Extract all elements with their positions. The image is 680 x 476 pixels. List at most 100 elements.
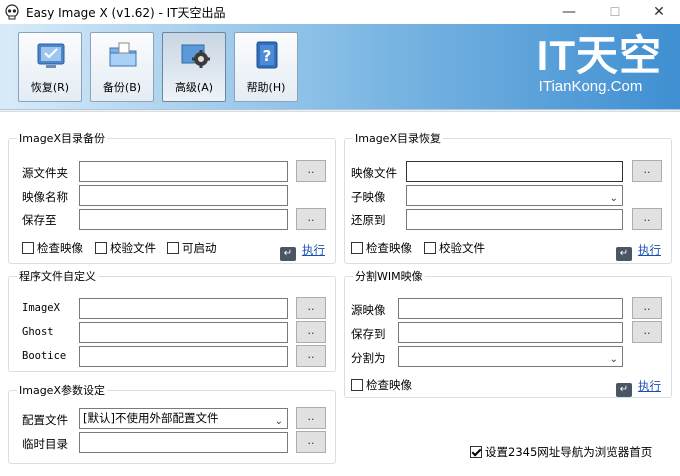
- restore-legend: ImageX目录恢复: [355, 132, 441, 145]
- config-file-browse-button[interactable]: ..: [296, 407, 326, 429]
- imagex-path-input[interactable]: [79, 298, 288, 319]
- imagex-browse-button[interactable]: ..: [296, 297, 326, 319]
- restore-verify-label: 检查映像: [366, 241, 412, 255]
- backup-legend: ImageX目录备份: [19, 132, 105, 145]
- title-bar: Easy Image X (v1.62) - IT天空出品 — ☐ ✕: [0, 0, 680, 24]
- temp-dir-input[interactable]: [79, 432, 288, 453]
- backup-execute-button[interactable]: ↵ 执行: [280, 242, 325, 261]
- checkbox-box[interactable]: [351, 242, 363, 254]
- backup-execute-link[interactable]: 执行: [302, 243, 325, 257]
- toolbar-backup-label: 备份(B): [102, 81, 142, 94]
- restore-execute-link[interactable]: 执行: [638, 243, 661, 257]
- config-file-value: [默认]不使用外部配置文件: [83, 411, 219, 425]
- imagex-path-label: ImageX: [22, 302, 60, 314]
- split-save-label: 保存到: [351, 327, 386, 341]
- backup-bootable-checkbox[interactable]: 可启动: [167, 240, 217, 256]
- backup-verify-checkbox[interactable]: 检查映像: [22, 240, 83, 256]
- ghost-path-label: Ghost: [22, 326, 54, 338]
- app-skull-icon: [4, 4, 20, 20]
- advanced-gear-icon: [179, 39, 211, 71]
- checkbox-box[interactable]: [167, 242, 179, 254]
- homepage-checkbox-label: 设置2345网址导航为浏览器首页: [485, 445, 653, 459]
- minimize-button[interactable]: —: [546, 0, 592, 24]
- itiankong-logo: IT天空 ITianKong.Com: [537, 34, 662, 96]
- toolbar-restore-button[interactable]: 恢复(R): [18, 32, 82, 102]
- split-verify-checkbox[interactable]: 检查映像: [351, 377, 412, 393]
- help-book-icon: ?: [251, 39, 283, 71]
- split-source-label: 源映像: [351, 303, 386, 317]
- restore-verify-checkbox[interactable]: 检查映像: [351, 240, 412, 256]
- restore-image-browse-button[interactable]: ..: [632, 160, 662, 182]
- split-source-input[interactable]: [398, 298, 623, 319]
- toolbar-help-button[interactable]: ? 帮助(H): [234, 32, 298, 102]
- homepage-checkbox[interactable]: 设置2345网址导航为浏览器首页: [470, 444, 652, 460]
- header-banner: 恢复(R) 备份(B) 高级(A) ? 帮助(H) IT天空 ITianKong…: [0, 24, 680, 110]
- backup-checksum-label: 校验文件: [110, 241, 156, 255]
- enter-arrow-icon: ↵: [280, 247, 296, 261]
- split-size-select[interactable]: ⌄: [398, 346, 623, 367]
- maximize-button[interactable]: ☐: [592, 0, 638, 24]
- ghost-browse-button[interactable]: ..: [296, 321, 326, 343]
- split-save-input[interactable]: [398, 322, 623, 343]
- split-execute-button[interactable]: ↵ 执行: [616, 378, 661, 397]
- bootice-path-input[interactable]: [79, 346, 288, 367]
- backup-source-browse-button[interactable]: ..: [296, 160, 326, 182]
- restore-to-label: 还原到: [351, 213, 386, 227]
- backup-save-label: 保存至: [22, 213, 57, 227]
- restore-subimage-select[interactable]: ⌄: [406, 185, 623, 206]
- backup-source-label: 源文件夹: [22, 166, 68, 180]
- split-execute-link[interactable]: 执行: [638, 379, 661, 393]
- toolbar-advanced-label: 高级(A): [174, 81, 214, 94]
- restore-icon: [35, 39, 67, 71]
- backup-save-browse-button[interactable]: ..: [296, 208, 326, 230]
- split-source-browse-button[interactable]: ..: [632, 297, 662, 319]
- chevron-down-icon: ⌄: [274, 416, 283, 427]
- bootice-browse-button[interactable]: ..: [296, 345, 326, 367]
- backup-folder-icon: [107, 39, 139, 71]
- split-save-browse-button[interactable]: ..: [632, 321, 662, 343]
- checkbox-box[interactable]: [424, 242, 436, 254]
- svg-text:?: ?: [263, 47, 272, 65]
- restore-image-label: 映像文件: [351, 166, 397, 180]
- restore-checksum-label: 校验文件: [439, 241, 485, 255]
- split-size-label: 分割为: [351, 351, 386, 365]
- split-legend: 分割WIM映像: [355, 270, 423, 283]
- toolbar-backup-button[interactable]: 备份(B): [90, 32, 154, 102]
- temp-dir-browse-button[interactable]: ..: [296, 431, 326, 453]
- ghost-path-input[interactable]: [79, 322, 288, 343]
- temp-dir-label: 临时目录: [22, 437, 68, 451]
- chevron-down-icon: ⌄: [609, 193, 618, 204]
- logo-title: IT天空: [536, 32, 662, 79]
- backup-source-input[interactable]: [79, 161, 288, 182]
- restore-image-input[interactable]: [406, 161, 623, 182]
- checkbox-box[interactable]: [351, 379, 363, 391]
- config-file-label: 配置文件: [22, 413, 68, 427]
- backup-bootable-label: 可启动: [182, 241, 217, 255]
- main-panel: ImageX目录备份 源文件夹 .. 映像名称 保存至 .. 检查映像 校验文件…: [0, 111, 680, 476]
- restore-to-browse-button[interactable]: ..: [632, 208, 662, 230]
- split-verify-label: 检查映像: [366, 378, 412, 392]
- restore-execute-button[interactable]: ↵ 执行: [616, 242, 661, 261]
- chevron-down-icon: ⌄: [609, 354, 618, 365]
- restore-to-input[interactable]: [406, 209, 623, 230]
- window-title: Easy Image X (v1.62) - IT天空出品: [26, 6, 226, 20]
- backup-checksum-checkbox[interactable]: 校验文件: [95, 240, 156, 256]
- checkbox-box[interactable]: [22, 242, 34, 254]
- backup-name-input[interactable]: [79, 185, 288, 206]
- params-legend: ImageX参数设定: [19, 384, 105, 397]
- restore-checksum-checkbox[interactable]: 校验文件: [424, 240, 485, 256]
- toolbar-restore-label: 恢复(R): [30, 81, 70, 94]
- backup-name-label: 映像名称: [22, 190, 68, 204]
- config-file-select[interactable]: [默认]不使用外部配置文件 ⌄: [79, 408, 288, 429]
- backup-verify-label: 检查映像: [37, 241, 83, 255]
- checkbox-box[interactable]: [95, 242, 107, 254]
- checkbox-box[interactable]: [470, 446, 482, 458]
- close-button[interactable]: ✕: [636, 0, 680, 24]
- enter-arrow-icon: ↵: [616, 247, 632, 261]
- bootice-path-label: Bootice: [22, 350, 67, 362]
- backup-save-input[interactable]: [79, 209, 288, 230]
- programs-legend: 程序文件自定义: [19, 270, 96, 283]
- logo-url: ITianKong.Com: [538, 78, 643, 95]
- restore-subimage-label: 子映像: [351, 190, 386, 204]
- toolbar-advanced-button[interactable]: 高级(A): [162, 32, 226, 102]
